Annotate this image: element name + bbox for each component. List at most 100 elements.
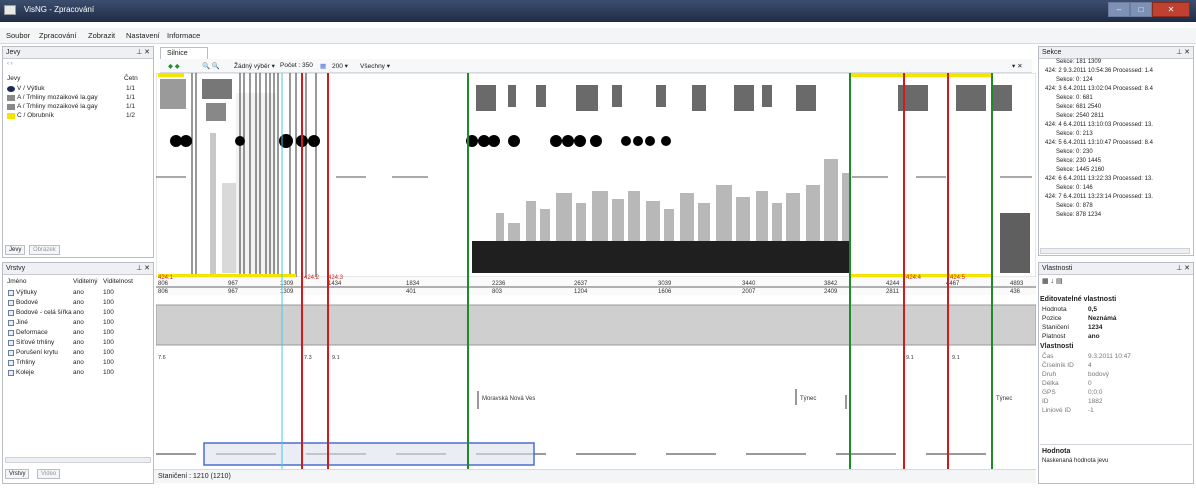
- nav-arrows-icon[interactable]: ◆ ◆: [168, 62, 180, 70]
- tree-item[interactable]: Sekce: 0: 681: [1056, 95, 1093, 103]
- place-label: Týnec: [800, 396, 816, 402]
- scale-label: 436: [1010, 289, 1021, 295]
- layer-row[interactable]: Výtluky ano 100: [7, 289, 155, 298]
- checkbox[interactable]: [8, 340, 14, 346]
- sort-icon[interactable]: ▦ ↓ ▤: [1042, 277, 1066, 286]
- main-toolbar: ◆ ◆ 🔍 🔍 Žádný výběr ▾ Počet : 350 ▦ 200 …: [160, 59, 1032, 73]
- menu-zobrazit[interactable]: Zobrazit: [88, 31, 115, 40]
- layer-row[interactable]: Bodové ano 100: [7, 299, 155, 308]
- nav-arrows[interactable]: ‹ ›: [7, 61, 13, 67]
- section-label: 424:3: [328, 275, 344, 281]
- tab-silnice[interactable]: Silnice: [160, 47, 208, 59]
- checkbox[interactable]: [8, 300, 14, 306]
- horizontal-scrollbar[interactable]: [1040, 248, 1190, 254]
- scale-label: 3842: [824, 281, 838, 287]
- col-header-visible[interactable]: Viditelný: [73, 278, 97, 285]
- place-label: Týnec: [996, 396, 1012, 402]
- tree-item[interactable]: Sekce: 878 1234: [1056, 212, 1101, 220]
- tree-item[interactable]: Sekce: 2540 2811: [1056, 113, 1104, 121]
- tree-item[interactable]: 424: 5 6.4.2011 13:10:47 Processed: 8.4: [1045, 140, 1153, 148]
- tree-item[interactable]: 424: 7 6.4.2011 13:23:14 Processed: 13.: [1045, 194, 1153, 202]
- checkbox[interactable]: [8, 370, 14, 376]
- col-header-visibility[interactable]: Viditelnost: [103, 278, 133, 285]
- scale-label: 806: [158, 281, 169, 287]
- layer-row[interactable]: Síťové trhliny ano 100: [7, 339, 155, 348]
- property-row: Liniové ID -1: [1042, 407, 1094, 414]
- list-item[interactable]: V / Výtluk 1/1: [7, 85, 152, 93]
- selection-dropdown[interactable]: Žádný výběr ▾: [234, 62, 275, 70]
- dot-icon: [7, 86, 15, 92]
- tree-item[interactable]: 424: 6 6.4.2011 13:22:33 Processed: 13.: [1045, 176, 1153, 184]
- pin-close-icon[interactable]: ⊥ ✕: [1176, 47, 1190, 59]
- scale-label: 806: [158, 289, 169, 295]
- horizontal-scrollbar[interactable]: [5, 457, 151, 463]
- menu-informace[interactable]: Informace: [167, 31, 200, 40]
- checkbox[interactable]: [8, 330, 14, 336]
- layer-row[interactable]: Trhliny ano 100: [7, 359, 155, 368]
- checkbox[interactable]: [8, 290, 14, 296]
- step-dropdown[interactable]: 200 ▾: [332, 62, 348, 70]
- pin-close-icon[interactable]: ⊥ ✕: [136, 47, 150, 59]
- tree-item[interactable]: Sekce: 0: 146: [1056, 185, 1093, 193]
- pin-close-icon[interactable]: ⊥ ✕: [136, 263, 150, 275]
- zoom-icon[interactable]: 🔍 🔍: [202, 62, 220, 70]
- grid-icon[interactable]: ▦: [320, 62, 326, 70]
- tree-item[interactable]: Sekce: 230 1445: [1056, 158, 1101, 166]
- tab-video[interactable]: Video: [37, 469, 61, 479]
- property-row: Čas 9.3.2011 10:47: [1042, 353, 1131, 360]
- tab-vrstvy[interactable]: Vrstvy: [5, 469, 30, 479]
- overview-viewport[interactable]: [203, 442, 535, 466]
- property-row[interactable]: Platnost ano: [1042, 333, 1182, 341]
- properties-panel-title: Vlastnosti: [1042, 265, 1073, 272]
- group-properties[interactable]: Vlastnosti: [1040, 343, 1073, 350]
- layer-row[interactable]: Porušení krytu ano 100: [7, 349, 155, 358]
- maximize-button[interactable]: □: [1130, 2, 1152, 17]
- menu-nastaveni[interactable]: Nastavení: [126, 31, 160, 40]
- scale-label: 4244: [886, 281, 900, 287]
- list-item[interactable]: A / Trhliny mozaikové la.gay 1/1: [7, 94, 152, 102]
- checkbox[interactable]: [8, 310, 14, 316]
- menu-zpracovani[interactable]: Zpracování: [39, 31, 77, 40]
- road-visualization[interactable]: 806 806 967 967 1309 1309 1434 1834 401 …: [156, 73, 1036, 469]
- sections-panel-header: Sekce ⊥ ✕: [1039, 47, 1193, 59]
- swatch-icon: [7, 104, 15, 110]
- group-editable[interactable]: Editovatelné vlastnosti: [1040, 296, 1116, 303]
- property-row[interactable]: Hodnota 0,5: [1042, 306, 1182, 314]
- scale-label: 2637: [574, 281, 588, 287]
- tree-item[interactable]: 424: 3 6.4.2011 13:02:04 Processed: 8.4: [1045, 86, 1153, 94]
- close-tab-icon[interactable]: ▾ ✕: [1012, 62, 1023, 70]
- scale-label: 1204: [574, 289, 588, 295]
- property-row[interactable]: Pozice Neznámá: [1042, 315, 1182, 323]
- layer-row[interactable]: Jiné ano 100: [7, 319, 155, 328]
- menu-soubor[interactable]: Soubor: [6, 31, 30, 40]
- tree-item[interactable]: Sekce: 181 1309: [1056, 59, 1101, 67]
- filter-dropdown[interactable]: Všechny ▾: [360, 62, 390, 70]
- list-item[interactable]: A / Trhliny mozaikové la.gay 1/1: [7, 103, 152, 111]
- minimize-button[interactable]: –: [1108, 2, 1130, 17]
- tree-item[interactable]: Sekce: 0: 213: [1056, 131, 1093, 139]
- layer-row[interactable]: Deformace ano 100: [7, 329, 155, 338]
- tab-jevy[interactable]: Jevy: [5, 245, 26, 255]
- tree-item[interactable]: Sekce: 1445 2160: [1056, 167, 1104, 175]
- tree-item[interactable]: Sekce: 0: 878: [1056, 203, 1093, 211]
- tree-item[interactable]: Sekce: 681 2540: [1056, 104, 1101, 112]
- tree-item[interactable]: 424: 2 9.3.2011 10:54:36 Processed: 1.4: [1045, 68, 1153, 76]
- col-header-name[interactable]: Jevy: [7, 75, 20, 82]
- close-button[interactable]: ✕: [1152, 2, 1190, 17]
- col-header-name[interactable]: Jméno: [7, 278, 27, 285]
- layer-row[interactable]: Koleje ano 100: [7, 369, 155, 378]
- tab-obrazek[interactable]: Obrázek: [29, 245, 60, 255]
- property-row[interactable]: Staničení 1234: [1042, 324, 1182, 332]
- tree-item[interactable]: Sekce: 0: 124: [1056, 77, 1093, 85]
- checkbox[interactable]: [8, 320, 14, 326]
- checkbox[interactable]: [8, 360, 14, 366]
- tree-item[interactable]: Sekce: 0: 230: [1056, 149, 1093, 157]
- pin-close-icon[interactable]: ⊥ ✕: [1176, 263, 1190, 275]
- layer-row[interactable]: Bodové - celá šířka ano 100: [7, 309, 155, 318]
- list-item[interactable]: C / Obrubník 1/2: [7, 112, 152, 120]
- scale-label: 3039: [658, 281, 672, 287]
- col-header-count[interactable]: Četn: [124, 75, 138, 82]
- help-text: Naskenaná hodnota jevu: [1042, 458, 1109, 464]
- checkbox[interactable]: [8, 350, 14, 356]
- tree-item[interactable]: 424: 4 6.4.2011 13:10:03 Processed: 13.: [1045, 122, 1153, 130]
